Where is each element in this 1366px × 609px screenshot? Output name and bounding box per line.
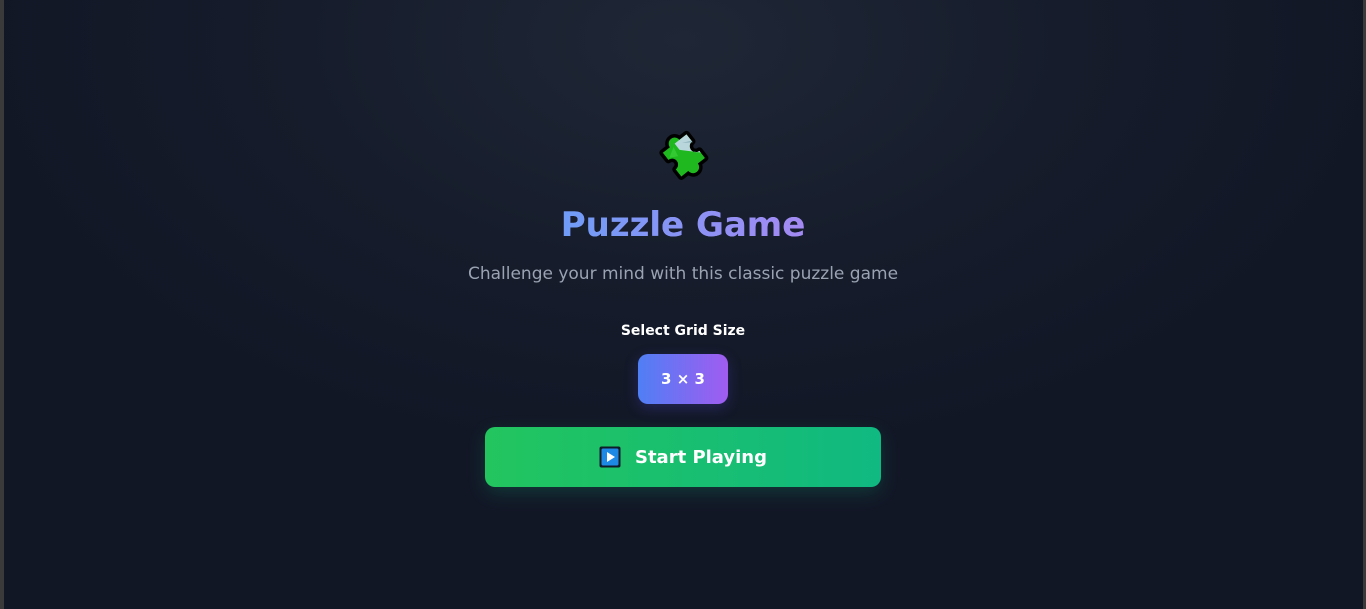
page-title: Puzzle Game — [0, 203, 1366, 247]
play-button-icon — [599, 446, 621, 468]
page-title-text: Puzzle Game — [560, 205, 806, 245]
start-playing-button[interactable]: Start Playing — [485, 427, 881, 487]
page-subtitle: Challenge your mind with this classic pu… — [467, 264, 899, 284]
grid-size-3x3-button[interactable]: 3 × 3 — [638, 354, 728, 404]
grid-size-label: Select Grid Size — [620, 323, 746, 339]
puzzle-piece-icon — [659, 130, 709, 180]
start-screen: Puzzle Game Challenge your mind with thi… — [0, 0, 1366, 609]
grid-size-button-label: 3 × 3 — [661, 370, 705, 388]
start-playing-label: Start Playing — [634, 446, 768, 468]
